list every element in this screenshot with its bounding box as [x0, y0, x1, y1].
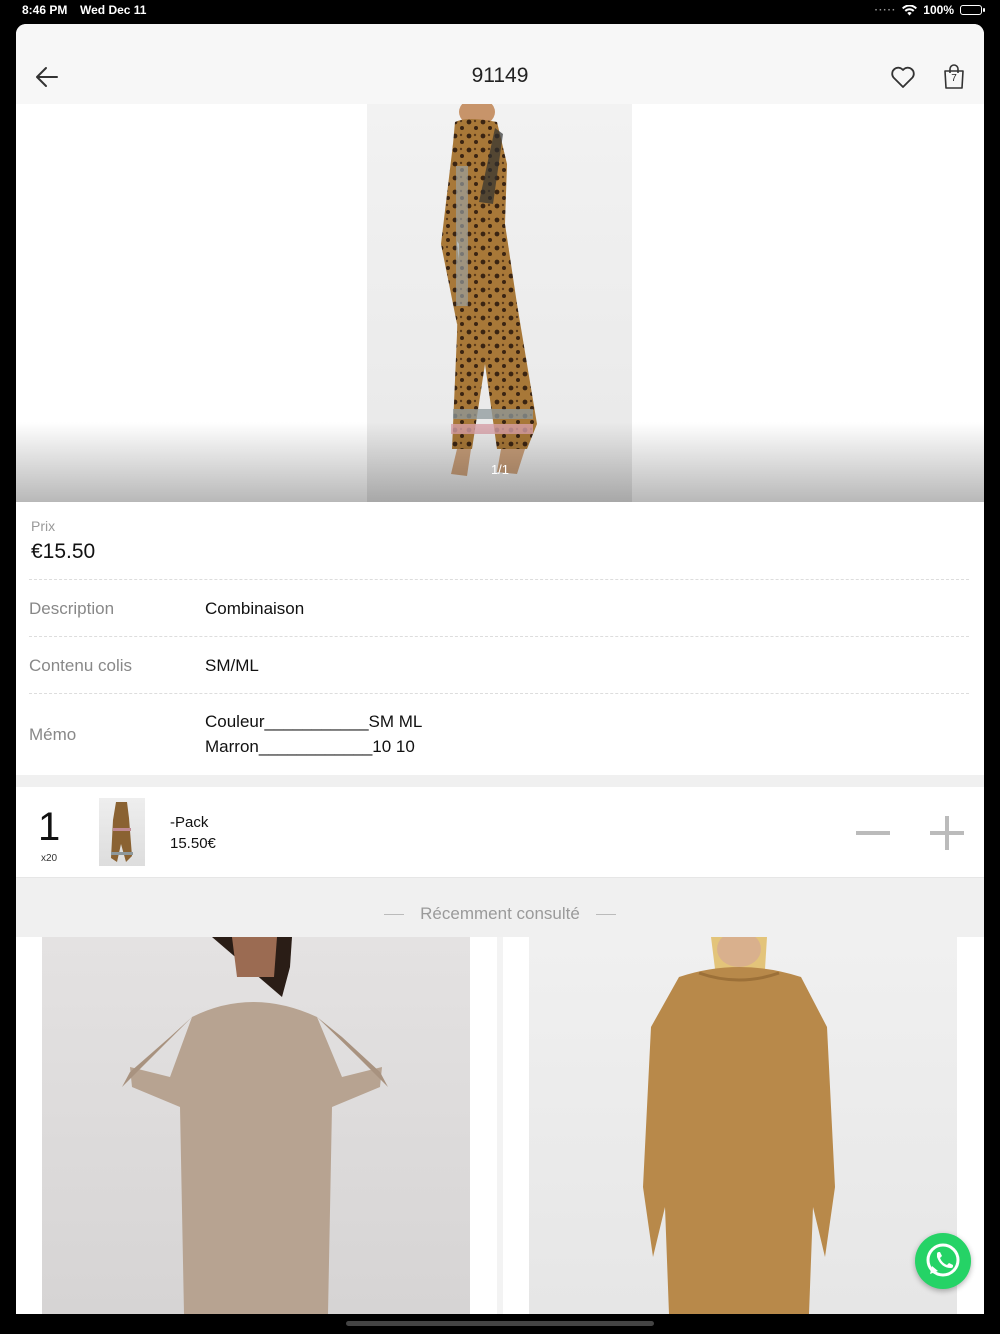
- section-separator: [16, 775, 984, 787]
- cellular-dots-icon: ·····: [874, 4, 897, 16]
- long-dress-photo: [643, 937, 835, 1314]
- card-divider: [497, 937, 503, 1314]
- memo-line: Couleur___________SM ML: [205, 712, 423, 731]
- wifi-icon: [902, 4, 918, 15]
- status-bar: 8:46 PM Wed Dec 11 ····· 100%: [0, 0, 1000, 22]
- recently-viewed-title: Récemment consulté: [420, 904, 580, 923]
- description-value: Combinaison: [205, 599, 305, 618]
- description-label: Description: [29, 599, 115, 618]
- pack-row: 1 x20 -Pack 15.50€: [16, 787, 984, 878]
- battery-percent: 100%: [923, 3, 954, 17]
- pack-quantity: 1: [38, 805, 61, 849]
- divider-line: [595, 914, 616, 916]
- recent-product-card[interactable]: [42, 937, 470, 1314]
- navigation-bar: 91149 7: [16, 24, 984, 105]
- favorite-heart-icon[interactable]: [890, 64, 916, 90]
- price-label: Prix: [31, 518, 56, 534]
- status-right: ····· 100%: [874, 3, 985, 17]
- home-indicator: [346, 1321, 654, 1326]
- pack-thumbnail[interactable]: [99, 798, 145, 866]
- divider-line: [384, 914, 405, 916]
- status-time: 8:46 PM: [22, 3, 68, 17]
- recent-product-card[interactable]: [529, 937, 957, 1314]
- status-date: Wed Dec 11: [80, 3, 147, 17]
- battery-icon: [960, 5, 985, 15]
- pack-multiplier: x20: [41, 853, 58, 864]
- whatsapp-icon: [926, 1243, 960, 1277]
- pack-name: -Pack: [170, 814, 209, 831]
- divider: [29, 579, 969, 580]
- shopping-bag-button[interactable]: 7: [942, 64, 966, 90]
- price-value: €15.50: [31, 540, 96, 563]
- contents-label: Contenu colis: [29, 656, 133, 675]
- plus-icon[interactable]: [928, 815, 966, 851]
- gallery-page-indicator: 1/1: [490, 462, 510, 477]
- recently-viewed-header: Récemment consulté: [16, 878, 984, 938]
- price-section: Prix €15.50: [16, 502, 984, 580]
- page-title: 91149: [471, 64, 529, 87]
- contents-value: SM/ML: [205, 656, 259, 675]
- recently-viewed-title-row: Récemment consulté: [16, 904, 984, 924]
- recently-viewed-grid: [16, 937, 984, 1314]
- product-sheet: 91149 7 1/1 Prix €15.50 Description Comb…: [16, 24, 984, 1314]
- divider: [29, 636, 969, 637]
- knit-dress-photo: [122, 937, 388, 1314]
- memo-value: Couleur___________SM ML Marron__________…: [205, 709, 422, 759]
- pack-price: 15.50€: [170, 835, 216, 852]
- memo-label: Mémo: [29, 725, 77, 744]
- divider: [29, 693, 969, 694]
- product-image-gallery[interactable]: 1/1: [16, 104, 984, 502]
- memo-line: Marron____________10 10: [205, 737, 415, 756]
- cart-count-badge: 7: [951, 73, 957, 84]
- jumpsuit-thumbnail: [111, 802, 133, 862]
- minus-icon[interactable]: [854, 815, 892, 851]
- whatsapp-chat-button[interactable]: [915, 1233, 971, 1289]
